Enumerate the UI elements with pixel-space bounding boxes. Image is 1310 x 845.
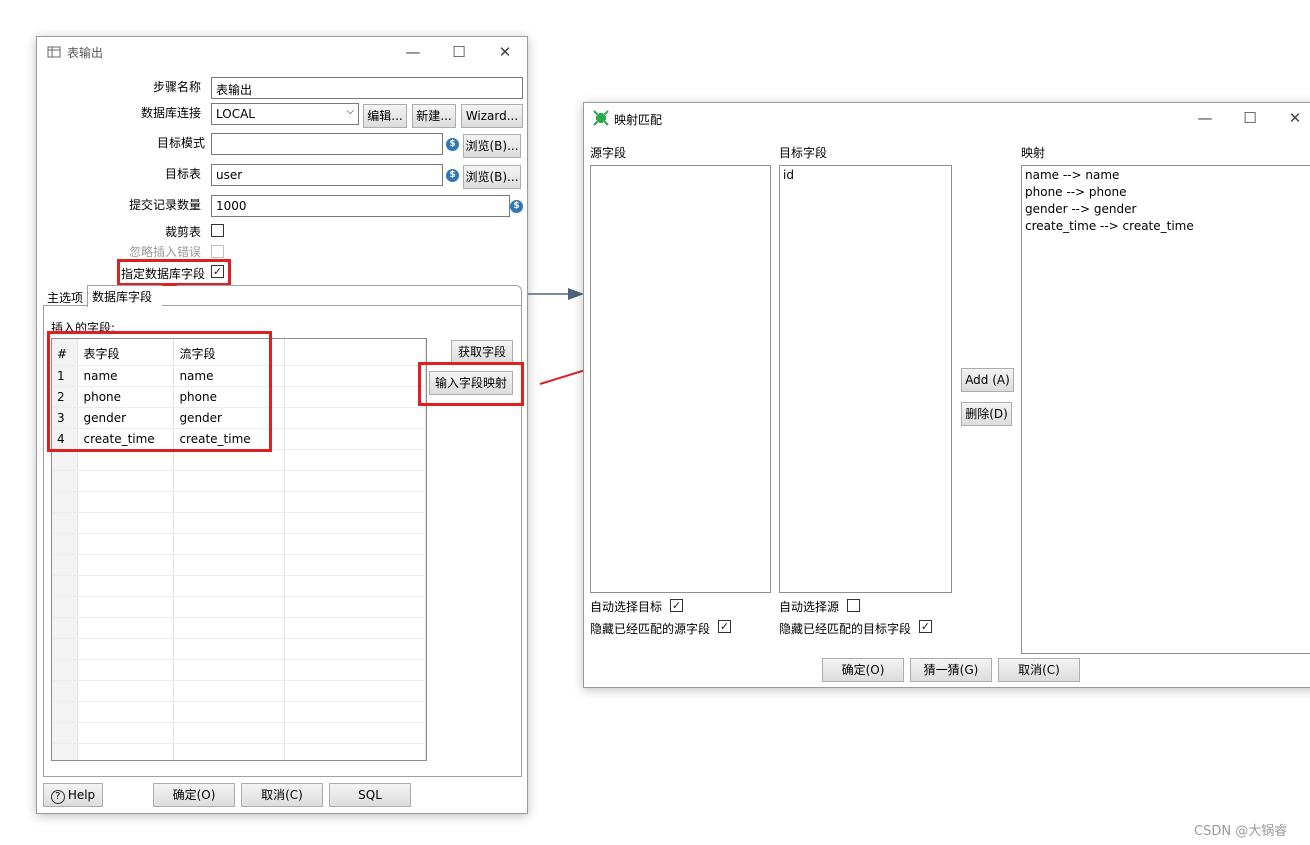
minimize-icon[interactable]: — — [1194, 107, 1216, 129]
list-item[interactable]: name --> name — [1022, 167, 1310, 184]
auto-target-label: 自动选择目标 — [590, 600, 663, 614]
target-fields-label: 目标字段 — [779, 146, 828, 160]
maximize-icon[interactable]: ☐ — [1239, 107, 1261, 129]
connector-arrowhead — [568, 288, 584, 300]
list-item[interactable]: phone --> phone — [1022, 184, 1310, 201]
mapping-icon — [593, 110, 609, 126]
auto-target-checkbox[interactable]: ✓ — [670, 599, 683, 612]
hide-target-checkbox[interactable]: ✓ — [919, 620, 932, 633]
hide-source-checkbox[interactable]: ✓ — [718, 620, 731, 633]
close-icon[interactable]: ✕ — [1284, 107, 1306, 129]
mapping-ok-button[interactable]: 确定(O) — [822, 658, 904, 682]
list-item[interactable]: gender --> gender — [1022, 201, 1310, 218]
hide-source-label: 隐藏已经匹配的源字段 — [590, 622, 711, 636]
mapping-list[interactable]: name --> name phone --> phone gender -->… — [1021, 165, 1310, 654]
mapping-window-title: 映射匹配 — [614, 113, 663, 127]
target-fields-list[interactable]: id — [779, 165, 952, 593]
list-item[interactable]: create_time --> create_time — [1022, 218, 1310, 235]
add-button[interactable]: Add (A) — [961, 368, 1014, 392]
guess-button[interactable]: 猜一猜(G) — [910, 658, 992, 682]
delete-button[interactable]: 删除(D) — [961, 402, 1012, 426]
source-fields-label: 源字段 — [590, 146, 627, 160]
list-item[interactable]: id — [780, 167, 951, 184]
source-fields-list[interactable] — [590, 165, 771, 593]
hide-target-label: 隐藏已经匹配的目标字段 — [779, 622, 912, 636]
mapping-label: 映射 — [1021, 146, 1046, 160]
auto-source-checkbox[interactable] — [847, 599, 860, 612]
mapping-title-bar: 映射匹配 — ☐ ✕ — [584, 103, 1310, 133]
watermark: CSDN @大锅睿 — [1194, 824, 1288, 839]
mapping-cancel-button[interactable]: 取消(C) — [998, 658, 1080, 682]
mapping-window: 映射匹配 — ☐ ✕ 源字段 目标字段 映射 id Add (A) 删除(D) … — [583, 102, 1310, 688]
auto-source-label: 自动选择源 — [779, 600, 840, 614]
